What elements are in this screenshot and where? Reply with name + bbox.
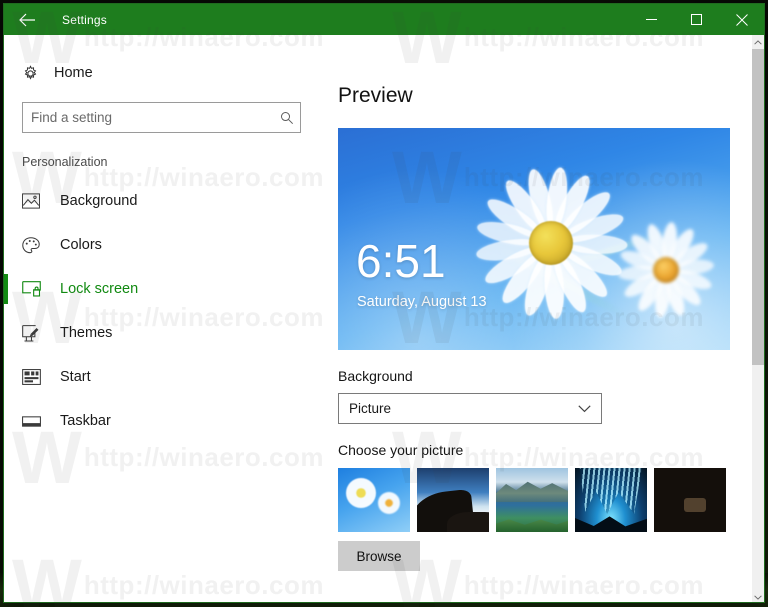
minimize-button[interactable]: [629, 4, 674, 35]
chevron-down-icon: [578, 404, 591, 413]
sidebar-label-background: Background: [60, 193, 138, 209]
vertical-scrollbar[interactable]: [752, 35, 764, 602]
start-tiles-icon: [22, 369, 48, 385]
title-bar: Settings: [4, 4, 764, 35]
picture-thumbnails: [338, 468, 764, 532]
sidebar-label-start: Start: [60, 369, 91, 385]
search-box[interactable]: [22, 102, 301, 133]
sidebar-label-themes: Themes: [60, 325, 113, 341]
sidebar-item-taskbar[interactable]: Taskbar: [4, 399, 322, 443]
preview-daisy-small: [606, 210, 726, 330]
settings-window: Settings Home Find a setting Personaliza…: [3, 3, 765, 603]
search-input[interactable]: [23, 103, 274, 132]
daisy-core: [529, 221, 573, 265]
thumbnail-ice-cave[interactable]: [575, 468, 647, 532]
close-button[interactable]: [719, 4, 764, 35]
background-select[interactable]: Picture: [338, 393, 602, 424]
thumbnail-sea-arch[interactable]: [654, 468, 726, 532]
preview-clock: 6:51: [356, 235, 446, 287]
main-pane: Preview 6:51 Saturday, August 13 Backgro…: [322, 35, 764, 602]
page-title: Preview: [338, 84, 413, 107]
sidebar-label-lock-screen: Lock screen: [60, 281, 139, 297]
window-title: Settings: [62, 12, 107, 27]
thumbnail-mountain-lake[interactable]: [496, 468, 568, 532]
thumbnail-daisies[interactable]: [338, 468, 410, 532]
sidebar-home-label: Home: [54, 65, 93, 81]
background-select-value: Picture: [349, 401, 392, 416]
sidebar-item-lock-screen[interactable]: Lock screen: [4, 267, 322, 311]
taskbar-icon: [22, 415, 48, 428]
sidebar-item-start[interactable]: Start: [4, 355, 322, 399]
window-content: Home Personalization: [4, 35, 764, 602]
lock-screen-facts-text: Get fun facts, tips, tricks, and more on…: [338, 599, 764, 602]
sidebar-label-colors: Colors: [60, 237, 102, 253]
brush-monitor-icon: [22, 324, 48, 342]
browse-button[interactable]: Browse: [338, 541, 420, 571]
preview-date: Saturday, August 13: [357, 294, 487, 310]
scroll-up-arrow-icon[interactable]: [752, 35, 764, 49]
sidebar-item-colors[interactable]: Colors: [4, 223, 322, 267]
choose-picture-label: Choose your picture: [338, 442, 464, 458]
sidebar: Home Personalization: [4, 35, 322, 602]
scroll-down-arrow-icon[interactable]: [752, 590, 764, 602]
sidebar-nav: Background Colors Lock screen Themes Sta…: [4, 179, 322, 443]
search-icon: [274, 111, 300, 125]
lock-screen-preview: 6:51 Saturday, August 13: [338, 128, 730, 350]
sidebar-section-title: Personalization: [22, 155, 108, 169]
sidebar-label-taskbar: Taskbar: [60, 413, 111, 429]
picture-icon: [22, 193, 48, 209]
gear-icon: [22, 64, 48, 82]
maximize-button[interactable]: [674, 4, 719, 35]
daisy-core-small: [653, 257, 679, 283]
background-label: Background: [338, 368, 413, 384]
sidebar-item-home[interactable]: Home: [4, 54, 322, 92]
sidebar-item-themes[interactable]: Themes: [4, 311, 322, 355]
monitor-lock-icon: [22, 281, 48, 297]
palette-icon: [22, 236, 48, 254]
sidebar-item-background[interactable]: Background: [4, 179, 322, 223]
back-arrow-icon[interactable]: [4, 4, 50, 35]
thumbnail-cliff-snow[interactable]: [417, 468, 489, 532]
scrollbar-thumb[interactable]: [752, 49, 764, 365]
